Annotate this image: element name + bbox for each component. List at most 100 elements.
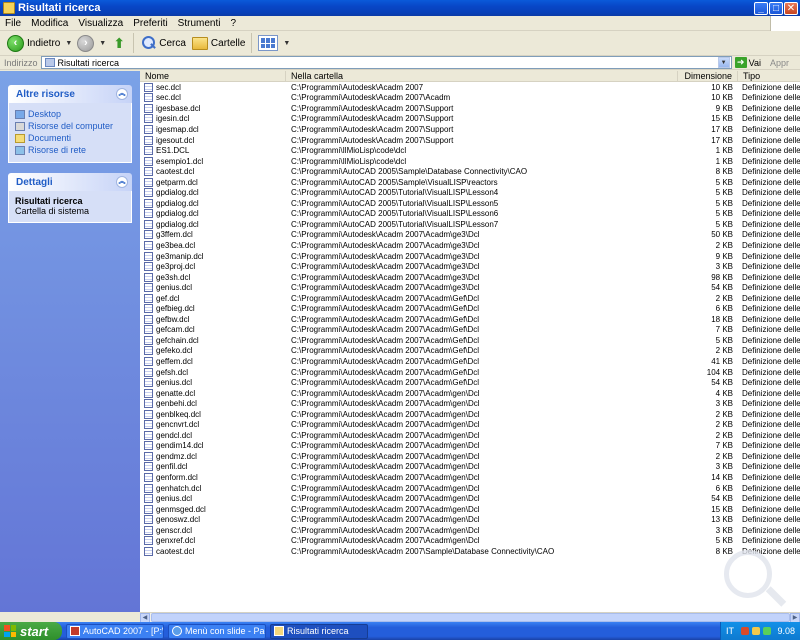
tray-app-icon[interactable] xyxy=(751,627,760,635)
file-rows: sec.dcl C:\Programmi\Autodesk\Acadm 2007 1… xyxy=(140,82,800,557)
file-row[interactable]: caotest.dcl C:\Programmi\Autodesk\Acadm 2… xyxy=(140,546,800,557)
menu-modifica[interactable]: Modifica xyxy=(26,18,73,29)
file-name: igesout.dcl xyxy=(156,135,195,145)
language-indicator[interactable]: IT xyxy=(726,626,734,636)
up-button[interactable]: ⬆ xyxy=(108,32,130,54)
file-type: Definizione delle fin xyxy=(742,240,800,250)
file-row[interactable]: genius.dcl C:\Programmi\Autodesk\Acadm 20… xyxy=(140,282,800,293)
menu-strumenti[interactable]: Strumenti xyxy=(173,18,226,29)
file-row[interactable]: gefsh.dcl C:\Programmi\Autodesk\Acadm 200… xyxy=(140,367,800,378)
close-button[interactable]: ✕ xyxy=(784,1,798,15)
file-row[interactable]: genfil.dcl C:\Programmi\Autodesk\Acadm 20… xyxy=(140,462,800,473)
file-size: 5 KB xyxy=(715,198,733,208)
file-row[interactable]: ES1.DCL C:\Programmi\IlMioLisp\code\dcl 1 … xyxy=(140,145,800,156)
file-row[interactable]: esempio1.dcl C:\Programmi\IlMioLisp\code\… xyxy=(140,156,800,167)
file-row[interactable]: sec.dcl C:\Programmi\Autodesk\Acadm 2007 1… xyxy=(140,82,800,93)
file-type: Definizione delle fin xyxy=(742,135,800,145)
details-header[interactable]: Dettagli ︽ xyxy=(8,173,132,191)
link-network[interactable]: Risorse di rete xyxy=(15,144,125,156)
back-button[interactable]: ‹ Indietro xyxy=(4,32,63,54)
file-row[interactable]: gefchain.dcl C:\Programmi\Autodesk\Acadm … xyxy=(140,335,800,346)
forward-button[interactable]: › xyxy=(74,32,97,54)
minimize-button[interactable]: _ xyxy=(754,1,768,15)
links-label[interactable]: Appr xyxy=(764,58,800,68)
file-row[interactable]: genscr.dcl C:\Programmi\Autodesk\Acadm 20… xyxy=(140,525,800,536)
file-row[interactable]: ge3bea.dcl C:\Programmi\Autodesk\Acadm 20… xyxy=(140,240,800,251)
file-row[interactable]: genform.dcl C:\Programmi\Autodesk\Acadm 2… xyxy=(140,472,800,483)
file-row[interactable]: genius.dcl C:\Programmi\Autodesk\Acadm 20… xyxy=(140,493,800,504)
file-row[interactable]: g3ffem.dcl C:\Programmi\Autodesk\Acadm 20… xyxy=(140,230,800,241)
file-row[interactable]: gefbieg.dcl C:\Programmi\Autodesk\Acadm 2… xyxy=(140,303,800,314)
file-row[interactable]: gefcam.dcl C:\Programmi\Autodesk\Acadm 20… xyxy=(140,325,800,336)
menu-file[interactable]: File xyxy=(0,18,26,29)
back-dropdown-icon[interactable]: ▼ xyxy=(63,40,74,47)
file-row[interactable]: genius.dcl C:\Programmi\Autodesk\Acadm 20… xyxy=(140,377,800,388)
menu-help[interactable]: ? xyxy=(225,18,241,29)
address-dropdown-icon[interactable]: ▼ xyxy=(717,57,730,68)
menu-preferiti[interactable]: Preferiti xyxy=(128,18,172,29)
file-row[interactable]: genatte.dcl C:\Programmi\Autodesk\Acadm 2… xyxy=(140,388,800,399)
column-header-name[interactable]: Nome xyxy=(140,71,286,81)
link-my-computer[interactable]: Risorse del computer xyxy=(15,120,125,132)
start-button[interactable]: start xyxy=(0,622,62,640)
file-row[interactable]: ge3proj.dcl C:\Programmi\Autodesk\Acadm 2… xyxy=(140,261,800,272)
file-row[interactable]: gendmz.dcl C:\Programmi\Autodesk\Acadm 20… xyxy=(140,451,800,462)
column-header-folder[interactable]: Nella cartella xyxy=(286,71,678,81)
maximize-button[interactable]: □ xyxy=(769,1,783,15)
horizontal-scrollbar[interactable]: ◀ ▶ xyxy=(140,612,800,623)
file-row[interactable]: igesout.dcl C:\Programmi\Autodesk\Acadm 2… xyxy=(140,135,800,146)
menu-visualizza[interactable]: Visualizza xyxy=(73,18,128,29)
file-row[interactable]: genbehi.dcl C:\Programmi\Autodesk\Acadm 2… xyxy=(140,398,800,409)
file-row[interactable]: gpdialog.dcl C:\Programmi\AutoCAD 2005\Tu… xyxy=(140,187,800,198)
file-row[interactable]: genxref.dcl C:\Programmi\Autodesk\Acadm 2… xyxy=(140,536,800,547)
address-field[interactable]: Risultati ricerca ▼ xyxy=(40,56,732,69)
file-type: Definizione delle fin xyxy=(742,124,800,134)
taskbar-item-browser[interactable]: Menù con slide - Pagi... xyxy=(168,623,266,639)
file-row[interactable]: geffem.dcl C:\Programmi\Autodesk\Acadm 20… xyxy=(140,356,800,367)
views-button[interactable]: ▼ xyxy=(255,32,295,54)
title-bar[interactable]: Risultati ricerca _ □ ✕ xyxy=(0,0,800,16)
forward-dropdown-icon[interactable]: ▼ xyxy=(97,40,108,47)
tray-app-icon[interactable] xyxy=(740,627,749,635)
file-row[interactable]: gendcl.dcl C:\Programmi\Autodesk\Acadm 20… xyxy=(140,430,800,441)
go-button[interactable]: ➜ Vai xyxy=(732,57,764,68)
collapse-chevron-icon[interactable]: ︽ xyxy=(116,88,128,100)
file-row[interactable]: ge3manip.dcl C:\Programmi\Autodesk\Acadm … xyxy=(140,251,800,262)
file-row[interactable]: gefeko.dcl C:\Programmi\Autodesk\Acadm 20… xyxy=(140,346,800,357)
file-row[interactable]: genhatch.dcl C:\Programmi\Autodesk\Acadm … xyxy=(140,483,800,494)
file-folder: C:\Programmi\Autodesk\Acadm 2007\Acadm\g… xyxy=(291,462,480,472)
folders-button[interactable]: Cartelle xyxy=(189,32,248,54)
other-resources-header[interactable]: Altre risorse ︽ xyxy=(8,85,132,103)
search-button[interactable]: Cerca xyxy=(137,32,189,54)
file-row[interactable]: igesbase.dcl C:\Programmi\Autodesk\Acadm … xyxy=(140,103,800,114)
file-row[interactable]: gef.dcl C:\Programmi\Autodesk\Acadm 2007\… xyxy=(140,293,800,304)
collapse-chevron-icon[interactable]: ︽ xyxy=(116,176,128,188)
column-header-type[interactable]: Tipo xyxy=(738,71,800,81)
file-row[interactable]: igesin.dcl C:\Programmi\Autodesk\Acadm 20… xyxy=(140,114,800,125)
file-row[interactable]: igesmap.dcl C:\Programmi\Autodesk\Acadm 2… xyxy=(140,124,800,135)
file-row[interactable]: gpdialog.dcl C:\Programmi\AutoCAD 2005\Tu… xyxy=(140,209,800,220)
file-row[interactable]: gpdialog.dcl C:\Programmi\AutoCAD 2005\Tu… xyxy=(140,198,800,209)
file-row[interactable]: genmsged.dcl C:\Programmi\Autodesk\Acadm … xyxy=(140,504,800,515)
file-folder: C:\Programmi\AutoCAD 2005\Sample\Databas… xyxy=(291,167,528,177)
link-documents[interactable]: Documenti xyxy=(15,132,125,144)
scrollbar-thumb[interactable] xyxy=(150,613,791,622)
file-row[interactable]: sec.dcl C:\Programmi\Autodesk\Acadm 2007\… xyxy=(140,93,800,104)
taskbar-item-search-results[interactable]: Risultati ricerca xyxy=(270,623,368,639)
column-header-size[interactable]: Dimensione xyxy=(678,71,738,81)
file-folder: C:\Programmi\Autodesk\Acadm 2007\Support xyxy=(291,124,454,134)
file-row[interactable]: gefbw.dcl C:\Programmi\Autodesk\Acadm 200… xyxy=(140,314,800,325)
file-row[interactable]: caotest.dcl C:\Programmi\AutoCAD 2005\Sam… xyxy=(140,166,800,177)
file-row[interactable]: gendim14.dcl C:\Programmi\Autodesk\Acadm … xyxy=(140,441,800,452)
file-row[interactable]: gencnvrt.dcl C:\Programmi\Autodesk\Acadm … xyxy=(140,420,800,431)
file-row[interactable]: gpdialog.dcl C:\Programmi\AutoCAD 2005\Tu… xyxy=(140,219,800,230)
file-row[interactable]: genblkeq.dcl C:\Programmi\Autodesk\Acadm … xyxy=(140,409,800,420)
dcl-file-icon xyxy=(144,198,153,208)
file-row[interactable]: getparm.dcl C:\Programmi\AutoCAD 2005\Sam… xyxy=(140,177,800,188)
tray-app-icon[interactable] xyxy=(762,627,771,635)
file-row[interactable]: genoswz.dcl C:\Programmi\Autodesk\Acadm 2… xyxy=(140,514,800,525)
file-row[interactable]: ge3sh.dcl C:\Programmi\Autodesk\Acadm 200… xyxy=(140,272,800,283)
taskbar-item-autocad[interactable]: AutoCAD 2007 - [P:\... xyxy=(66,623,164,639)
clock[interactable]: 9.08 xyxy=(777,626,795,636)
link-desktop[interactable]: Desktop xyxy=(15,108,125,120)
